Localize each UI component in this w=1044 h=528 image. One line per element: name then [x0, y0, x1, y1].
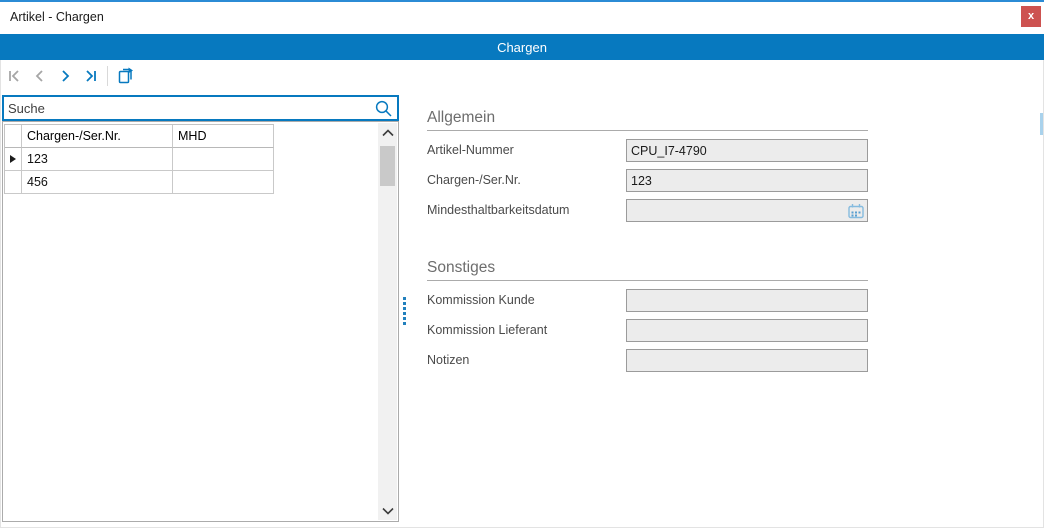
first-record-button[interactable]: [2, 63, 27, 89]
toolbar-separator: [107, 66, 108, 86]
mhd-label: Mindesthaltbarkeitsdatum: [427, 203, 569, 217]
section-rule: [427, 130, 868, 131]
form-row-chargen-nr: Chargen-/Ser.Nr.: [427, 169, 868, 192]
scroll-up-button[interactable]: [378, 124, 397, 141]
next-record-button[interactable]: [52, 63, 77, 89]
cell-chargen-nr[interactable]: 123: [22, 148, 173, 171]
batch-list-panel: Chargen-/Ser.Nr. MHD 123 456: [2, 121, 399, 522]
row-selector-cell: [5, 148, 22, 171]
kommission-lieferant-label: Kommission Lieferant: [427, 323, 547, 337]
notizen-label: Notizen: [427, 353, 469, 367]
app-window: Artikel - Chargen x Chargen: [0, 0, 1044, 528]
previous-record-button[interactable]: [27, 63, 52, 89]
column-header-mhd[interactable]: MHD: [173, 125, 274, 148]
next-record-icon: [56, 67, 74, 85]
splitter-handle[interactable]: [403, 297, 407, 325]
right-scroll-indicator[interactable]: [1040, 113, 1043, 135]
record-navigation-toolbar: [2, 62, 138, 90]
scrollbar-thumb[interactable]: [380, 146, 395, 186]
search-icon: [374, 99, 393, 118]
last-record-button[interactable]: [77, 63, 102, 89]
table-row[interactable]: 123: [5, 148, 274, 171]
first-record-icon: [6, 67, 24, 85]
calendar-icon[interactable]: [847, 202, 865, 220]
form-row-kommission-lieferant: Kommission Lieferant: [427, 319, 868, 342]
refresh-icon: [116, 66, 136, 86]
table-row[interactable]: 456: [5, 171, 274, 194]
window-title: Artikel - Chargen: [10, 10, 104, 24]
section-rule: [427, 280, 868, 281]
form-row-artikel-nummer: Artikel-Nummer: [427, 139, 868, 162]
mhd-field-box: [626, 199, 868, 222]
splitter-dot: [403, 312, 406, 315]
form-row-mhd: Mindesthaltbarkeitsdatum: [427, 199, 868, 222]
cell-chargen-nr[interactable]: 456: [22, 171, 173, 194]
refresh-button[interactable]: [113, 63, 138, 89]
table-header-row: Chargen-/Ser.Nr. MHD: [5, 125, 274, 148]
column-header-chargen[interactable]: Chargen-/Ser.Nr.: [22, 125, 173, 148]
chargen-nr-field-box: [626, 169, 868, 192]
chevron-down-icon: [381, 506, 395, 516]
close-button[interactable]: x: [1021, 6, 1041, 27]
section-title-allgemein: Allgemein: [427, 109, 495, 127]
mhd-date-field[interactable]: [627, 200, 867, 221]
kommission-lieferant-field[interactable]: [627, 320, 867, 341]
detail-form: Allgemein Artikel-Nummer Chargen-/Ser.Nr…: [427, 0, 868, 528]
search-input[interactable]: [4, 97, 397, 119]
scroll-down-button[interactable]: [378, 502, 397, 519]
artikel-nummer-label: Artikel-Nummer: [427, 143, 514, 157]
splitter-dot: [403, 297, 406, 300]
batch-table: Chargen-/Ser.Nr. MHD 123 456: [4, 124, 274, 194]
splitter-dot: [403, 302, 406, 305]
chargen-nr-label: Chargen-/Ser.Nr.: [427, 173, 521, 187]
splitter-dot: [403, 307, 406, 310]
previous-record-icon: [31, 67, 49, 85]
form-row-notizen: Notizen: [427, 349, 868, 372]
kommission-kunde-field-box: [626, 289, 868, 312]
search-box: [2, 95, 399, 121]
row-selector-header: [5, 125, 22, 148]
row-selector-cell: [5, 171, 22, 194]
cell-mhd[interactable]: [173, 171, 274, 194]
splitter-dot: [403, 317, 406, 320]
form-row-kommission-kunde: Kommission Kunde: [427, 289, 868, 312]
kommission-kunde-label: Kommission Kunde: [427, 293, 535, 307]
artikel-nummer-field[interactable]: [627, 140, 867, 161]
chevron-up-icon: [381, 128, 395, 138]
current-row-marker-icon: [10, 155, 16, 163]
notizen-field-box: [626, 349, 868, 372]
cell-mhd[interactable]: [173, 148, 274, 171]
notizen-field[interactable]: [627, 350, 867, 371]
chargen-nr-field[interactable]: [627, 170, 867, 191]
section-title-sonstiges: Sonstiges: [427, 259, 495, 277]
artikel-nummer-field-box: [626, 139, 868, 162]
kommission-lieferant-field-box: [626, 319, 868, 342]
kommission-kunde-field[interactable]: [627, 290, 867, 311]
last-record-icon: [81, 67, 99, 85]
splitter-dot: [403, 322, 406, 325]
vertical-scrollbar[interactable]: [378, 123, 397, 520]
